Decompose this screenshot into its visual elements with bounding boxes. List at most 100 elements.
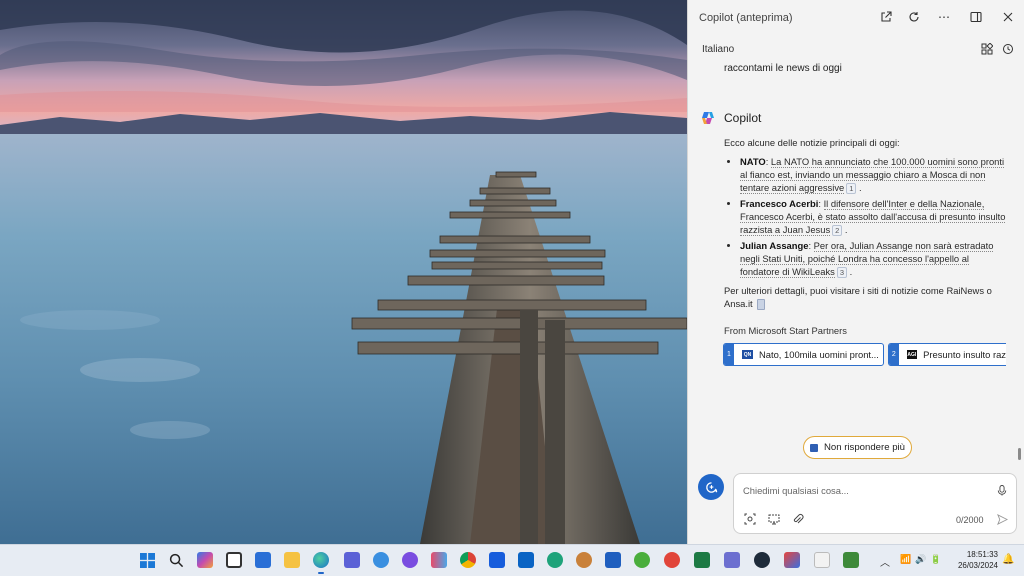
send-icon <box>996 513 1008 525</box>
wifi-icon[interactable]: 📶 <box>900 554 911 565</box>
taskbar-app[interactable] <box>429 550 449 570</box>
news-card[interactable]: 2 AGI Presunto insulto raz <box>888 343 1006 366</box>
more-options-button[interactable]: ⋯ <box>934 8 954 26</box>
search-button[interactable] <box>166 550 186 570</box>
open-external-button[interactable] <box>876 8 896 26</box>
assistant-header: Copilot <box>700 110 761 126</box>
stop-responding-button[interactable]: Non rispondere più <box>803 436 912 459</box>
store-icon <box>255 552 271 568</box>
source-logo-icon: AGI <box>906 350 918 359</box>
card-title: Presunto insulto raz <box>923 349 1006 360</box>
shield-icon <box>489 552 505 568</box>
more-icon: ⋯ <box>938 10 950 24</box>
send-button[interactable] <box>995 512 1009 526</box>
card-index: 2 <box>889 344 899 365</box>
image-input-button[interactable] <box>743 512 757 526</box>
taskbar-app[interactable] <box>400 550 420 570</box>
user-message: raccontami le news di oggi <box>724 63 842 74</box>
news-list: NATO: La NATO ha annunciato che 100.000 … <box>740 155 1006 279</box>
news-topic: Francesco Acerbi <box>740 198 819 210</box>
taskbar-app[interactable] <box>841 550 861 570</box>
refresh-icon <box>909 12 919 22</box>
news-card[interactable]: 1 QN Nato, 100mila uomini pront... <box>723 343 884 366</box>
volume-icon[interactable]: 🔊 <box>915 554 926 565</box>
app-icon <box>724 552 740 568</box>
taskbar-task-view[interactable] <box>224 550 244 570</box>
taskbar-store[interactable] <box>253 550 273 570</box>
assistant-name: Copilot <box>724 111 762 125</box>
copilot-logo-icon <box>702 112 714 124</box>
taskbar-app[interactable] <box>574 550 594 570</box>
history-button[interactable] <box>1001 42 1015 56</box>
taskbar-app[interactable] <box>722 550 742 570</box>
close-icon <box>1003 12 1013 22</box>
card-index: 1 <box>724 344 734 365</box>
taskbar-app[interactable] <box>342 550 362 570</box>
attach-button[interactable] <box>791 512 805 526</box>
taskbar-bitwarden[interactable] <box>487 550 507 570</box>
taskbar-app[interactable] <box>782 550 802 570</box>
tray-overflow-chevron-icon[interactable]: ︿ <box>880 554 890 569</box>
news-topic: NATO <box>740 156 766 167</box>
notification-icon[interactable]: 🔔 <box>1002 554 1014 565</box>
taskbar-app[interactable] <box>545 550 565 570</box>
taskbar-outlook[interactable] <box>516 550 536 570</box>
citation-badge[interactable]: 1 <box>846 183 857 195</box>
taskbar-app[interactable] <box>812 550 832 570</box>
partners-label: From Microsoft Start Partners <box>724 325 847 336</box>
scrollbar-thumb[interactable] <box>1018 448 1021 460</box>
outlook-icon <box>518 552 534 568</box>
taskbar-excel[interactable] <box>692 550 712 570</box>
dock-panel-icon <box>970 11 982 23</box>
microphone-button[interactable] <box>996 483 1008 497</box>
screenshot-button[interactable] <box>767 512 781 526</box>
battery-icon[interactable]: 🔋 <box>930 554 941 565</box>
clock-time: 18:51:33 <box>966 550 998 559</box>
window-title: Copilot (anteprima) <box>699 12 793 24</box>
document-icon[interactable] <box>757 299 766 311</box>
citation-badge[interactable]: 2 <box>832 225 843 237</box>
screenshot-icon <box>768 514 780 525</box>
taskbar-chrome[interactable] <box>458 550 478 570</box>
stop-icon <box>809 443 818 452</box>
answer-intro: Ecco alcune delle notizie principali di … <box>724 137 900 148</box>
dock-button[interactable] <box>966 8 986 26</box>
citation-badge[interactable]: 3 <box>836 267 848 279</box>
assistant-answer: Ecco alcune delle notizie principali di … <box>724 136 1006 311</box>
app-icon <box>664 552 680 568</box>
news-text[interactable]: La NATO ha annunciato che 100.000 uomini… <box>740 156 1005 194</box>
app-icon <box>634 552 650 568</box>
news-topic: Julian Assange <box>740 240 809 252</box>
app-icon <box>754 552 770 568</box>
taskbar-app[interactable] <box>632 550 652 570</box>
paperclip-icon <box>793 514 804 524</box>
taskbar-app[interactable] <box>752 550 772 570</box>
taskbar-copilot[interactable] <box>195 550 215 570</box>
pier-landscape-image <box>0 0 687 544</box>
taskbar-app[interactable] <box>371 550 391 570</box>
taskbar-outlook[interactable] <box>603 550 623 570</box>
app-icon <box>402 552 418 568</box>
start-button[interactable] <box>137 550 157 570</box>
taskbar-file-explorer[interactable] <box>282 550 302 570</box>
stop-label: Non rispondere più <box>823 442 906 453</box>
taskbar-clock[interactable]: 18:51:33 26/03/2024 <box>952 549 998 571</box>
source-logo-icon: QN <box>742 350 753 359</box>
language-label: Italiano <box>702 44 735 55</box>
chat-input[interactable] <box>743 482 983 498</box>
close-button[interactable] <box>998 8 1018 26</box>
news-item: Francesco Acerbi: Il difensore dell'Inte… <box>740 197 1006 237</box>
new-topic-button[interactable] <box>698 474 724 500</box>
app-icon <box>843 552 859 568</box>
clock-date: 26/03/2024 <box>957 561 998 570</box>
app-icon <box>784 552 800 568</box>
outlook-icon <box>605 552 621 568</box>
refresh-button[interactable] <box>904 8 924 26</box>
taskbar-app[interactable] <box>662 550 682 570</box>
excel-icon <box>694 552 710 568</box>
plugins-button[interactable] <box>980 42 994 56</box>
taskbar-edge[interactable] <box>311 550 331 574</box>
search-icon <box>169 553 183 567</box>
running-indicator <box>318 572 324 574</box>
edge-icon <box>313 552 329 568</box>
